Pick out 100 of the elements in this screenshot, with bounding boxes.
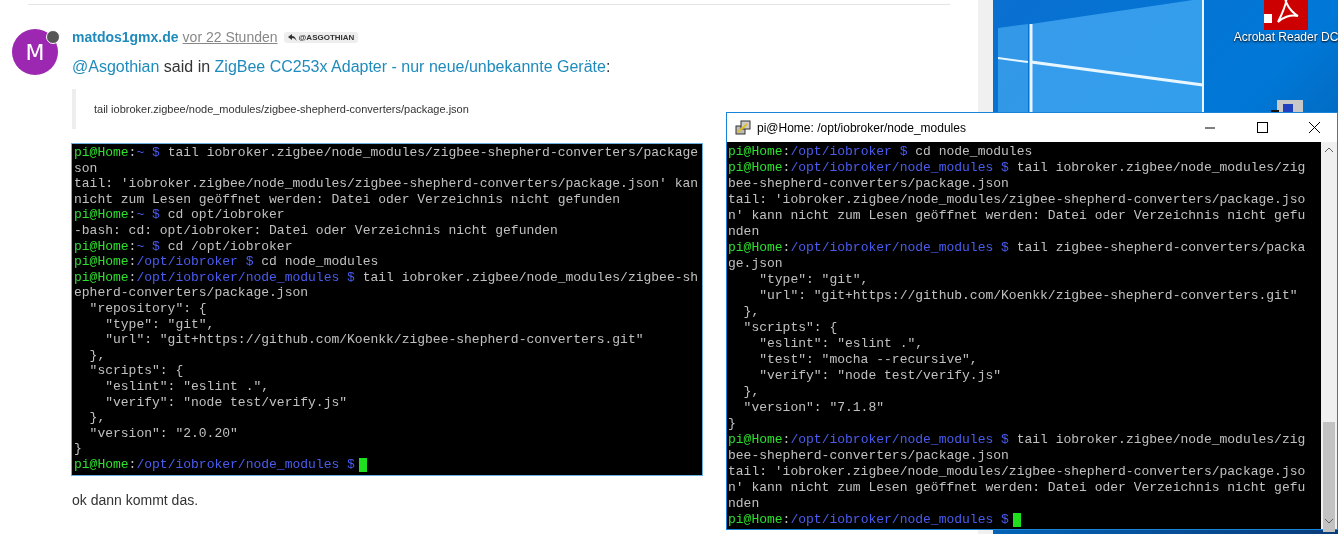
- prompt-host: pi@Home: [74, 145, 129, 161]
- prompt-path: /opt/iobroker/node_modules $: [790, 240, 1009, 256]
- terminal-output: "version": "7.1.8": [742, 400, 885, 416]
- terminal-command: tail iobroker.zigbee/node_modules/zig: [1015, 432, 1306, 448]
- terminal-output: "type": "git",: [104, 316, 215, 333]
- terminal-output: "scripts": {: [88, 363, 184, 379]
- terminal-output: "test": "mocha --recursive",: [758, 352, 978, 368]
- terminal-output: "scripts": {: [742, 320, 838, 336]
- prompt-separator: :: [128, 269, 137, 286]
- terminal-command: cd /opt/iobroker: [166, 238, 293, 255]
- terminal-output: tail: 'iobroker.zigbee/node_modules/zigbee-shepherd-converters/package.jso: [728, 192, 1306, 208]
- terminal-command: tail iobroker.zigbee/node_modules/zig: [1015, 160, 1306, 176]
- prompt-path: /opt/iobroker/node_modules $: [790, 432, 1009, 448]
- terminal-output: tail: 'iobroker.zigbee/node_modules/zigbee-shepherd-converters/package.json' kan: [74, 176, 699, 192]
- prompt-host: pi@Home: [728, 512, 783, 528]
- terminal-cursor: [1012, 512, 1021, 528]
- prompt-path: /opt/iobroker/node_modules $: [136, 456, 355, 473]
- scroll-up-icon[interactable]: [1324, 146, 1334, 154]
- pdf-reader-icon: [1264, 0, 1308, 30]
- user-avatar[interactable]: M: [12, 29, 58, 75]
- said-in-text: said in: [162, 58, 212, 76]
- prompt-separator: :: [782, 160, 791, 176]
- prompt-path: /opt/iobroker/node_modules $: [136, 269, 355, 286]
- terminal-command: tail iobroker.zigbee/node_modules/zigbee-shepherd-converters/package: [166, 145, 699, 161]
- terminal-output: nden: [728, 496, 760, 512]
- prompt-separator: :: [782, 144, 791, 160]
- terminal-output: "url": "git+https://github.com/Koenkk/zigbee-shepherd-converters.git": [758, 288, 1298, 304]
- prompt-separator: :: [782, 240, 791, 256]
- prompt-host: pi@Home: [74, 254, 129, 270]
- terminal-output: tail: 'iobroker.zigbee/node_modules/zigbee-shepherd-converters/package.jso: [728, 464, 1306, 480]
- prompt-path: /opt/iobroker/node_modules $: [790, 512, 1009, 528]
- reply-icon: [287, 33, 297, 41]
- reply-to-tag[interactable]: @ASGOTHIAN: [283, 31, 359, 43]
- terminal-cursor: [358, 457, 367, 472]
- terminal-command: cd node_modules: [260, 254, 379, 270]
- terminal-output: son: [74, 160, 98, 177]
- window-title: pi@Home: /opt/iobroker/node_modules: [757, 120, 967, 135]
- terminal-output: },: [742, 384, 760, 400]
- terminal-output: },: [88, 347, 106, 364]
- putty-icon: [735, 119, 751, 136]
- prompt-host: pi@Home: [728, 432, 783, 448]
- close-icon: [1308, 122, 1320, 133]
- post-text: ok dann kommt das.: [72, 492, 200, 509]
- topic-link[interactable]: ZigBee CC253x Adapter - nur neue/unbekannte Geräte: [214, 58, 606, 76]
- prompt-path: ~ $: [136, 145, 160, 161]
- scroll-down-icon[interactable]: [1324, 517, 1334, 525]
- icon-label: Acrobat Reader DC: [1233, 30, 1338, 44]
- terminal-output: bee-shepherd-converters/package.json: [728, 448, 1009, 464]
- prompt-host: pi@Home: [74, 238, 129, 255]
- prompt-host: pi@Home: [74, 269, 129, 286]
- terminal-output: -bash: cd: opt/iobroker: Datei oder Verzeichnis nicht gefunden: [74, 222, 558, 239]
- terminal-command: tail zigbee-shepherd-converters/packa: [1015, 240, 1306, 256]
- prompt-host: pi@Home: [74, 456, 129, 473]
- terminal-output: n' kann nicht zum Lesen geöffnet werden: Datei oder Verzeichnis nicht gefu: [728, 480, 1306, 496]
- prompt-host: pi@Home: [74, 207, 129, 223]
- prompt-path: ~ $: [136, 238, 160, 255]
- terminal-output: epherd-converters/package.json: [74, 285, 309, 301]
- terminal-command: tail iobroker.zigbee/node_modules/zigbee-sh: [361, 269, 699, 286]
- terminal-output: n' kann nicht zum Lesen geöffnet werden: Datei oder Verzeichnis nicht gefu: [728, 208, 1306, 224]
- prompt-host: pi@Home: [728, 144, 783, 160]
- terminal-output: "repository": {: [88, 300, 207, 317]
- terminal-output: },: [88, 410, 106, 426]
- prompt-separator: :: [782, 432, 791, 448]
- terminal-output: bee-shepherd-converters/package.json: [728, 176, 1009, 192]
- maximize-icon: [1256, 122, 1268, 133]
- prompt-separator: :: [128, 145, 137, 161]
- terminal-command: cd opt/iobroker: [166, 207, 285, 223]
- post-time-link[interactable]: vor 22 Stunden: [182, 29, 278, 45]
- author-link[interactable]: matdos1gmx.de: [72, 29, 179, 45]
- prompt-separator: :: [128, 456, 137, 473]
- terminal-output: "version": "2.0.20": [88, 425, 238, 442]
- prompt-separator: :: [128, 207, 137, 223]
- terminal-output: "url": "git+https://github.com/Koenkk/zigbee-shepherd-converters.git": [104, 332, 644, 348]
- scrollbar[interactable]: [1321, 142, 1337, 529]
- status-dot: [46, 30, 60, 44]
- prompt-path: /opt/iobroker $: [790, 144, 908, 160]
- prompt-separator: :: [128, 238, 137, 255]
- terminal-output: }: [728, 416, 736, 432]
- blockquote: tail iobroker.zigbee/node_modules/zigbee-shepherd-converters/package.json: [72, 89, 703, 129]
- terminal-output: nicht zum Lesen geöffnet werden: Datei oder Verzeichnis nicht gefunden: [74, 191, 621, 208]
- terminal-command: cd node_modules: [914, 144, 1033, 160]
- terminal-output: "eslint": "eslint .",: [758, 336, 924, 352]
- mention-link[interactable]: @Asgothian: [72, 58, 160, 76]
- prompt-host: pi@Home: [728, 160, 783, 176]
- prompt-path: ~ $: [136, 207, 160, 223]
- terminal-output: ge.json: [728, 256, 783, 272]
- terminal-output: nden: [728, 224, 760, 240]
- prompt-host: pi@Home: [728, 240, 783, 256]
- prompt-path: /opt/iobroker/node_modules $: [790, 160, 1009, 176]
- terminal-output: "verify": "node test/verify.js": [104, 394, 348, 411]
- terminal-output: },: [742, 304, 760, 320]
- terminal-output: "eslint": "eslint .",: [104, 378, 270, 395]
- terminal-output: "type": "git",: [758, 272, 869, 288]
- prompt-separator: :: [782, 512, 791, 528]
- desktop-shortcut[interactable]: Acrobat Reader DC: [1231, 0, 1338, 44]
- prompt-separator: :: [128, 254, 137, 270]
- colon-text: :: [605, 58, 611, 76]
- prompt-path: /opt/iobroker $: [136, 254, 254, 270]
- terminal-output: }: [74, 441, 82, 457]
- terminal-output: "verify": "node test/verify.js": [758, 368, 1002, 384]
